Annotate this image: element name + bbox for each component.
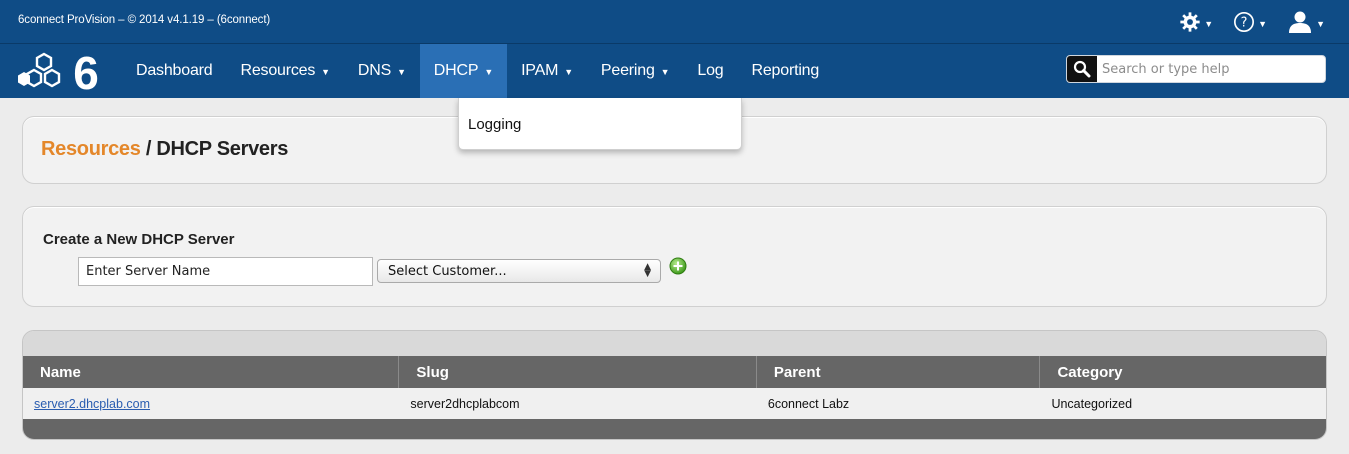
- help-icon: ?: [1234, 12, 1255, 32]
- nav-label: Dashboard: [136, 62, 213, 79]
- settings-menu[interactable]: ▼: [1179, 11, 1213, 33]
- chevron-down-icon: ▼: [321, 67, 330, 77]
- cell-name: server2.dhcplab.com: [23, 388, 399, 419]
- search-icon: [1073, 60, 1091, 78]
- select-arrows-icon: ▲ ▼: [644, 262, 651, 279]
- 6connect-logo[interactable]: 6: [14, 51, 114, 93]
- create-server-panel: Create a New DHCP Server Select Customer…: [22, 206, 1327, 307]
- help-menu[interactable]: ? ▼: [1233, 11, 1267, 33]
- nav-dns[interactable]: DNS ▼: [344, 44, 420, 98]
- nav-dhcp[interactable]: DHCP ▼: [419, 44, 508, 98]
- search-button[interactable]: [1067, 56, 1097, 82]
- server-name-input[interactable]: [78, 257, 373, 286]
- title-bar: 6connect ProVision – © 2014 v4.1.19 – (6…: [0, 0, 1349, 44]
- cell-category: Uncategorized: [1051, 396, 1133, 411]
- chevron-down-icon: ▼: [1316, 18, 1325, 29]
- nav-peering[interactable]: Peering ▼: [587, 44, 683, 98]
- server-link[interactable]: server2.dhcplab.com: [34, 397, 150, 411]
- nav-dashboard[interactable]: Dashboard: [122, 44, 226, 98]
- nav-label: Peering: [600, 62, 655, 79]
- chevron-down-icon: ▼: [1204, 18, 1214, 29]
- nav-label: Reporting: [751, 62, 820, 79]
- search-box: [1066, 55, 1326, 83]
- chevron-down-icon: ▼: [1258, 18, 1268, 29]
- title-tools: ▼ ? ▼ ▼: [1179, 6, 1325, 38]
- nav-log[interactable]: Log: [683, 44, 737, 98]
- user-menu[interactable]: ▼: [1287, 10, 1325, 34]
- customer-select[interactable]: Select Customer... ▲ ▼: [377, 259, 661, 283]
- table-top-bar: [23, 331, 1326, 356]
- cell-slug: server2dhcplabcom: [410, 396, 520, 411]
- chevron-down-icon: ▼: [484, 67, 494, 77]
- nav-resources[interactable]: Resources ▼: [226, 44, 343, 98]
- nav-label: Log: [697, 62, 724, 79]
- breadcrumb: Resources / DHCP Servers: [41, 138, 288, 161]
- dhcp-menu-logging[interactable]: Logging: [468, 116, 521, 133]
- cell-parent: 6connect Labz: [767, 396, 850, 411]
- chevron-down-icon: ▼: [660, 67, 670, 77]
- logo-glyph: 6: [73, 51, 99, 93]
- column-header-name[interactable]: Name: [23, 356, 400, 388]
- nav-ipam[interactable]: IPAM ▼: [507, 44, 587, 98]
- column-header-parent[interactable]: Parent: [757, 356, 1041, 388]
- nav-reporting[interactable]: Reporting: [738, 44, 834, 98]
- table-footer: [23, 419, 1326, 439]
- user-icon: [1289, 11, 1312, 33]
- column-header-category[interactable]: Category: [1040, 356, 1326, 388]
- chevron-down-icon: ▼: [564, 67, 573, 77]
- dhcp-dropdown-menu: Logging: [458, 98, 742, 150]
- nav-label: DHCP: [433, 62, 479, 79]
- column-header-slug[interactable]: Slug: [399, 356, 757, 388]
- gear-icon: [1180, 12, 1200, 32]
- page-title: DHCP Servers: [156, 138, 289, 160]
- create-server-heading: Create a New DHCP Server: [43, 231, 235, 248]
- nav-menu: Dashboard Resources ▼ DNS ▼ DHCP ▼ IPAM …: [122, 44, 833, 98]
- table-row: server2.dhcplab.com server2dhcplabcom 6c…: [23, 388, 1326, 419]
- breadcrumb-resources-link[interactable]: Resources: [41, 138, 141, 160]
- svg-text:?: ?: [1241, 16, 1248, 31]
- add-server-button[interactable]: [669, 257, 687, 275]
- customer-select-value: Select Customer...: [388, 263, 507, 279]
- servers-table-panel: Name Slug Parent Category server2.dhcpla…: [22, 330, 1327, 440]
- nav-label: IPAM: [521, 62, 559, 79]
- chevron-down-icon: ▼: [397, 67, 406, 77]
- main-navbar: 6 Dashboard Resources ▼ DNS ▼ DHCP ▼ IPA…: [0, 44, 1349, 98]
- table-header: Name Slug Parent Category: [23, 356, 1326, 388]
- app-title: 6connect ProVision – © 2014 v4.1.19 – (6…: [18, 14, 271, 26]
- breadcrumb-separator: /: [140, 138, 157, 160]
- nav-label: Resources: [240, 62, 316, 79]
- nav-label: DNS: [357, 62, 392, 79]
- search-input[interactable]: [1097, 57, 1325, 81]
